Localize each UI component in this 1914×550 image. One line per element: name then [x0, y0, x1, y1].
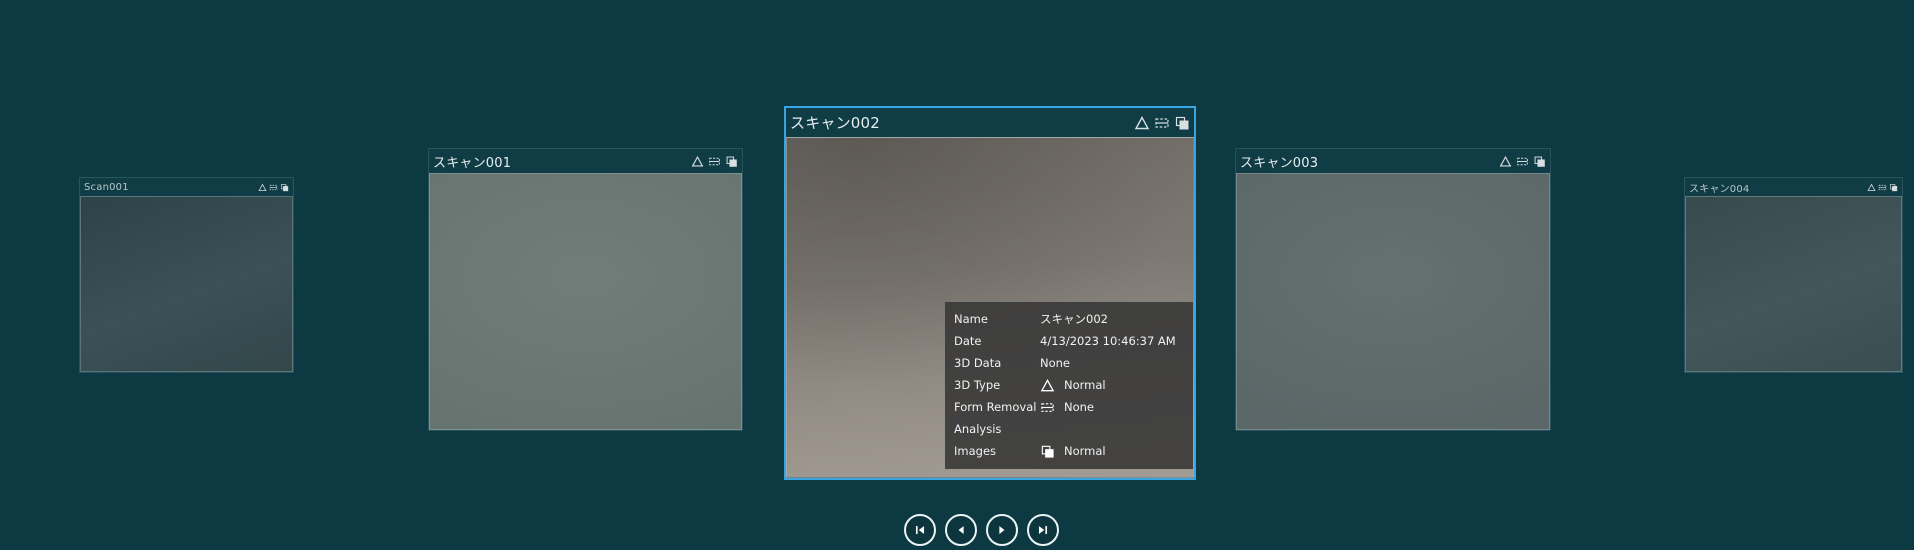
3d-type-triangle-icon: [1134, 115, 1150, 131]
images-icon: [1040, 444, 1064, 459]
info-row: Images Normal: [954, 444, 1106, 459]
form-removal-icon: [1516, 155, 1529, 168]
form-removal-icon: [1040, 400, 1064, 415]
scan-card-header: スキャン001: [429, 149, 742, 173]
next-button[interactable]: [986, 514, 1018, 546]
previous-button[interactable]: [945, 514, 977, 546]
info-row: Analysis: [954, 422, 1002, 436]
scan-title: スキャン004: [1689, 183, 1750, 195]
last-button[interactable]: [1027, 514, 1059, 546]
images-icon: [1889, 183, 1898, 192]
scan-title: スキャン003: [1240, 155, 1319, 171]
scan-thumbnail[interactable]: [80, 196, 293, 372]
info-row: 3D Type Normal: [954, 378, 1106, 393]
scan-card[interactable]: スキャン003: [1235, 148, 1551, 431]
previous-icon: [954, 523, 968, 537]
3d-type-triangle-icon: [1867, 183, 1876, 192]
carousel-nav: [904, 514, 1059, 546]
scan-thumbnail[interactable]: [1236, 173, 1550, 430]
form-removal-icon: [708, 155, 721, 168]
scan-card-header: Scan001: [80, 178, 293, 196]
3d-type-triangle-icon: [1499, 155, 1512, 168]
form-removal-icon: [1154, 115, 1170, 131]
scan-carousel: Scan001 スキャン001 スキャン002 Name スキャン002 Dat…: [0, 0, 1914, 550]
3d-type-triangle-icon: [258, 183, 267, 192]
info-row: Name スキャン002: [954, 312, 1108, 326]
scan-title: Scan001: [84, 181, 129, 193]
info-row: Form Removal None: [954, 400, 1095, 415]
scan-card-selected[interactable]: スキャン002 Name スキャン002 Date 4/13/2023 10:4…: [784, 106, 1196, 480]
info-row: Date 4/13/2023 10:46:37 AM: [954, 334, 1176, 348]
images-icon: [280, 183, 289, 192]
scan-title: スキャン001: [433, 155, 512, 171]
images-icon: [725, 155, 738, 168]
scan-thumbnail[interactable]: [429, 173, 742, 430]
scan-card-header: スキャン002: [786, 108, 1194, 137]
scan-thumbnail[interactable]: [1685, 196, 1902, 372]
scan-status-icons: [1867, 183, 1898, 192]
scan-thumbnail[interactable]: Name スキャン002 Date 4/13/2023 10:46:37 AM …: [786, 137, 1194, 478]
skip-first-icon: [913, 523, 927, 537]
form-removal-icon: [1878, 183, 1887, 192]
scan-card[interactable]: スキャン004: [1684, 177, 1903, 373]
scan-card-header: スキャン004: [1685, 178, 1902, 196]
scan-card[interactable]: スキャン001: [428, 148, 743, 431]
scan-status-icons: [1499, 155, 1546, 168]
scan-card-header: スキャン003: [1236, 149, 1550, 173]
images-icon: [1174, 115, 1190, 131]
3d-type-triangle-icon: [691, 155, 704, 168]
scan-status-icons: [1134, 115, 1190, 131]
scan-status-icons: [258, 183, 289, 192]
form-removal-icon: [269, 183, 278, 192]
info-row: 3D Data None: [954, 356, 1071, 370]
next-icon: [995, 523, 1009, 537]
scan-status-icons: [691, 155, 738, 168]
scan-card[interactable]: Scan001: [79, 177, 294, 373]
scan-title: スキャン002: [790, 114, 881, 132]
3d-type-triangle-icon: [1040, 378, 1064, 393]
images-icon: [1533, 155, 1546, 168]
scan-info-panel: Name スキャン002 Date 4/13/2023 10:46:37 AM …: [945, 302, 1193, 469]
skip-last-icon: [1036, 523, 1050, 537]
first-button[interactable]: [904, 514, 936, 546]
